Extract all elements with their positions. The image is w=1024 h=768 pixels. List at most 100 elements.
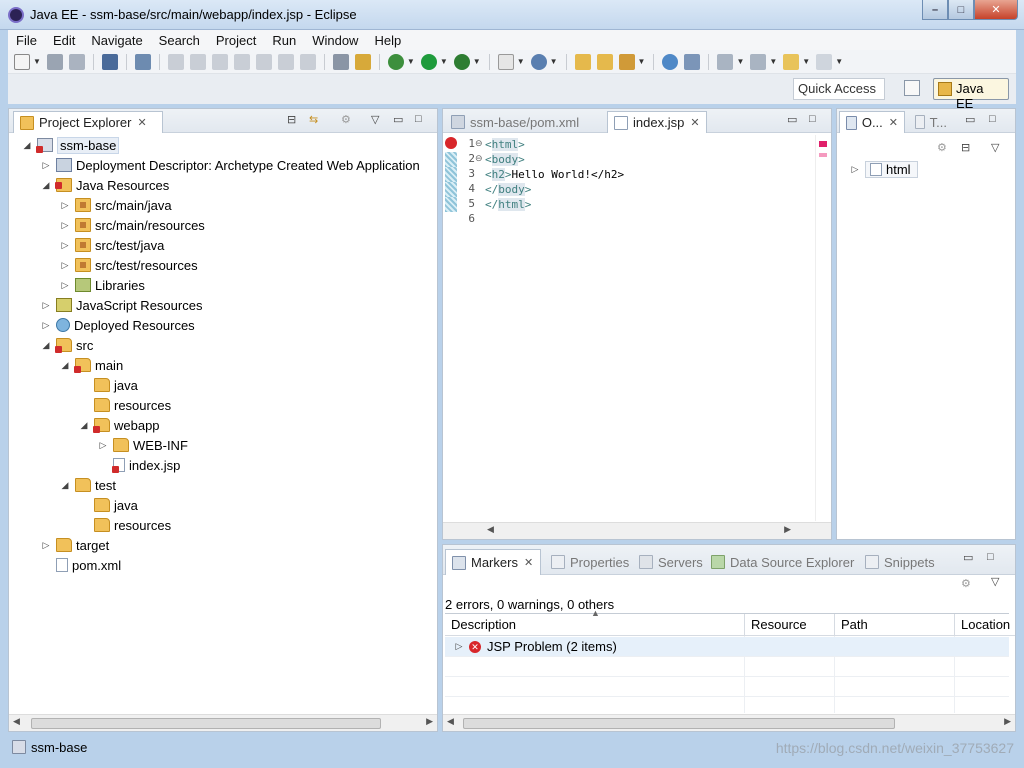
run-last-tool-icon[interactable] bbox=[453, 53, 470, 70]
menu-window[interactable]: Window bbox=[304, 33, 366, 48]
scroll-thumb[interactable] bbox=[31, 718, 381, 729]
tab-properties[interactable]: Properties bbox=[545, 549, 635, 575]
step-over-icon[interactable] bbox=[277, 53, 294, 70]
step-into-icon[interactable] bbox=[255, 53, 272, 70]
debug-icon[interactable] bbox=[387, 53, 404, 70]
perspective-java-ee-button[interactable]: Java EE bbox=[933, 78, 1009, 111]
open-task-icon[interactable] bbox=[596, 53, 613, 70]
step-return-icon[interactable] bbox=[299, 53, 316, 70]
editor-horizontal-scrollbar[interactable]: ◀ ▶ bbox=[443, 522, 831, 539]
close-button[interactable]: ✕ bbox=[974, 0, 1018, 20]
tree-item[interactable]: ▷ WEB-INF bbox=[97, 435, 188, 455]
expand-icon[interactable]: ▷ bbox=[59, 200, 71, 211]
expand-icon[interactable]: ▷ bbox=[849, 164, 861, 175]
column-header-location[interactable]: Location bbox=[955, 614, 1015, 636]
open-perspective-icon[interactable] bbox=[904, 80, 920, 96]
markers-horizontal-scrollbar[interactable]: ◀ ▶ bbox=[443, 714, 1015, 731]
outline-node-html[interactable]: ▷ html bbox=[849, 159, 918, 179]
minimize-view-icon[interactable]: ▭ bbox=[393, 113, 403, 126]
close-tab-icon[interactable]: ✕ bbox=[690, 116, 699, 129]
menu-search[interactable]: Search bbox=[151, 33, 208, 48]
collapse-icon[interactable]: ◢ bbox=[40, 180, 52, 191]
tree-item[interactable]: java bbox=[78, 495, 138, 515]
fold-icon[interactable]: ⊖ bbox=[475, 138, 483, 149]
collapse-all-icon[interactable]: ⊟ bbox=[287, 113, 296, 126]
maximize-button[interactable]: □ bbox=[948, 0, 974, 20]
search-icon[interactable] bbox=[618, 53, 635, 70]
terminal-icon[interactable] bbox=[101, 53, 118, 70]
scroll-thumb[interactable] bbox=[463, 718, 895, 729]
close-tab-icon[interactable]: ✕ bbox=[137, 116, 146, 129]
skip-breakpoints-icon[interactable] bbox=[134, 53, 151, 70]
expand-icon[interactable]: ▷ bbox=[59, 260, 71, 271]
tree-item[interactable]: ▷ Deployment Descriptor: Archetype Create… bbox=[40, 155, 420, 175]
expand-icon[interactable]: ▷ bbox=[59, 280, 71, 291]
web-browser-icon[interactable] bbox=[662, 53, 679, 70]
chevron-down-icon[interactable]: ▼ bbox=[33, 57, 41, 66]
next-annotation-icon[interactable] bbox=[717, 53, 734, 70]
tree-item[interactable]: ◢ src bbox=[40, 335, 93, 355]
expand-icon[interactable]: ▷ bbox=[97, 440, 109, 451]
tree-item[interactable]: ▷ Deployed Resources bbox=[40, 315, 195, 335]
error-marker-icon[interactable] bbox=[445, 137, 457, 149]
chevron-down-icon[interactable]: ▼ bbox=[638, 57, 646, 66]
menu-help[interactable]: Help bbox=[366, 33, 409, 48]
scroll-right-icon[interactable]: ▶ bbox=[1004, 716, 1011, 727]
column-header-description[interactable]: Description ▲ bbox=[445, 608, 745, 636]
expand-icon[interactable]: ▷ bbox=[59, 240, 71, 251]
expand-icon[interactable]: ▷ bbox=[40, 320, 52, 331]
chevron-down-icon[interactable]: ▼ bbox=[517, 57, 525, 66]
back-icon[interactable] bbox=[783, 53, 800, 70]
tree-item[interactable]: resources bbox=[78, 395, 171, 415]
maximize-view-icon[interactable]: □ bbox=[987, 551, 994, 563]
maximize-view-icon[interactable]: □ bbox=[415, 113, 422, 125]
menu-project[interactable]: Project bbox=[208, 33, 264, 48]
tab-snippets[interactable]: Snippets bbox=[859, 549, 941, 575]
maximize-view-icon[interactable]: □ bbox=[989, 113, 996, 125]
suspend-icon[interactable] bbox=[189, 53, 206, 70]
run-on-server-icon[interactable] bbox=[684, 53, 701, 70]
column-header-path[interactable]: Path bbox=[835, 614, 955, 636]
chevron-down-icon[interactable]: ▼ bbox=[473, 57, 481, 66]
overview-warning-mark[interactable] bbox=[819, 153, 827, 157]
toggle-mark-icon[interactable] bbox=[354, 53, 371, 70]
tree-item[interactable]: ◢ main bbox=[59, 355, 123, 375]
tab-task-list[interactable]: T... bbox=[909, 111, 953, 133]
scroll-left-icon[interactable]: ◀ bbox=[447, 716, 454, 727]
code-area[interactable]: <html> <body> <h2>Hello World!</h2> </body>… bbox=[483, 135, 813, 521]
tree-item[interactable]: ◢ test bbox=[59, 475, 116, 495]
collapse-all-icon[interactable]: ⊟ bbox=[961, 141, 970, 154]
table-row[interactable]: ▷ ✕ JSP Problem (2 items) bbox=[445, 637, 1009, 657]
collapse-icon[interactable]: ◢ bbox=[59, 480, 71, 491]
scroll-left-icon[interactable]: ◀ bbox=[487, 524, 494, 535]
collapse-icon[interactable]: ◢ bbox=[21, 140, 33, 151]
minimize-view-icon[interactable]: ▭ bbox=[963, 551, 973, 564]
menu-edit[interactable]: Edit bbox=[45, 33, 83, 48]
tab-pom-xml[interactable]: ssm-base/pom.xml bbox=[445, 111, 603, 133]
expand-icon[interactable]: ▷ bbox=[40, 300, 52, 311]
editor-overview-ruler[interactable] bbox=[815, 135, 831, 521]
tree-item[interactable]: ▷ src/main/resources bbox=[59, 215, 205, 235]
tree-item[interactable]: ▷ target bbox=[40, 535, 110, 555]
open-console-icon[interactable] bbox=[332, 53, 349, 70]
view-menu-icon[interactable]: ▽ bbox=[991, 575, 999, 588]
tree-item[interactable]: resources bbox=[78, 515, 171, 535]
disconnect-icon[interactable] bbox=[233, 53, 250, 70]
project-tree-horizontal-scrollbar[interactable]: ◀ ▶ bbox=[9, 714, 437, 731]
run-icon[interactable] bbox=[420, 53, 437, 70]
tab-index-jsp[interactable]: index.jsp ✕ bbox=[607, 111, 707, 133]
tree-item[interactable]: ▷ src/test/java bbox=[59, 235, 165, 255]
expand-icon[interactable]: ▷ bbox=[40, 160, 52, 171]
chevron-down-icon[interactable]: ▼ bbox=[550, 57, 558, 66]
terminate-icon[interactable] bbox=[211, 53, 228, 70]
close-tab-icon[interactable]: ✕ bbox=[889, 116, 898, 129]
menu-navigate[interactable]: Navigate bbox=[83, 33, 150, 48]
previous-annotation-icon[interactable] bbox=[750, 53, 767, 70]
menu-run[interactable]: Run bbox=[264, 33, 304, 48]
tree-item[interactable]: index.jsp bbox=[97, 455, 180, 475]
chevron-down-icon[interactable]: ▼ bbox=[835, 57, 843, 66]
new-java-class-icon[interactable] bbox=[530, 53, 547, 70]
minimize-button[interactable]: – bbox=[922, 0, 948, 20]
chevron-down-icon[interactable]: ▼ bbox=[407, 57, 415, 66]
collapse-icon[interactable]: ◢ bbox=[40, 340, 52, 351]
